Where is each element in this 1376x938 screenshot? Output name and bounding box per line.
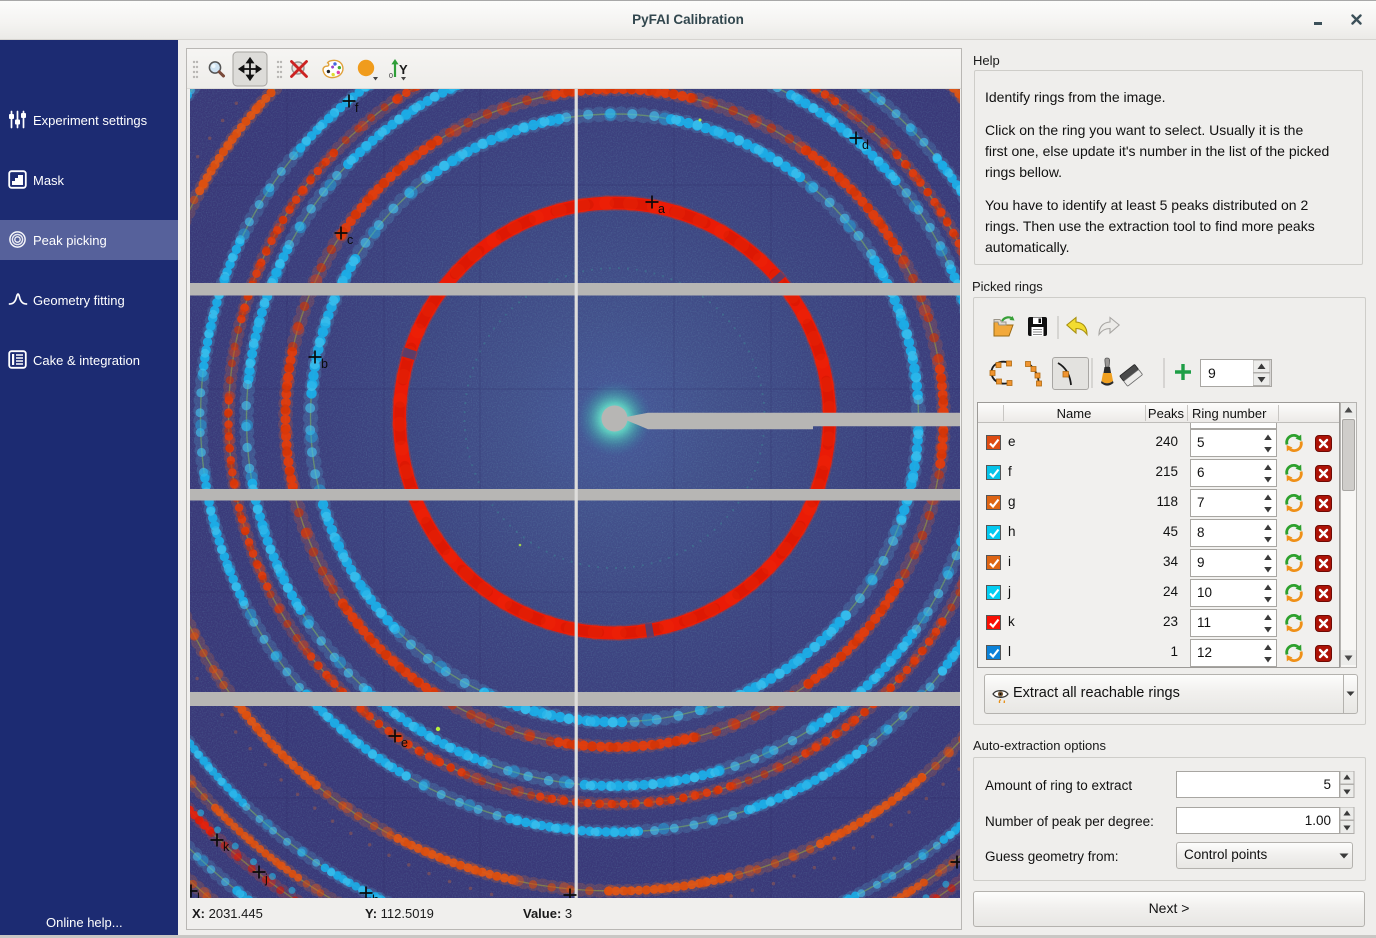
svg-text:d: d <box>862 138 869 152</box>
svg-text:c: c <box>347 233 353 247</box>
svg-text:k: k <box>223 840 230 854</box>
svg-text:b: b <box>321 357 328 371</box>
svg-text:h: h <box>372 893 379 898</box>
svg-text:l: l <box>197 891 200 898</box>
svg-text:f: f <box>355 101 359 115</box>
svg-text:0: 0 <box>389 73 393 80</box>
svg-text:e: e <box>401 736 408 750</box>
svg-text:Y: Y <box>399 62 408 77</box>
svg-text:a: a <box>658 202 665 216</box>
svg-text:j: j <box>264 872 268 886</box>
